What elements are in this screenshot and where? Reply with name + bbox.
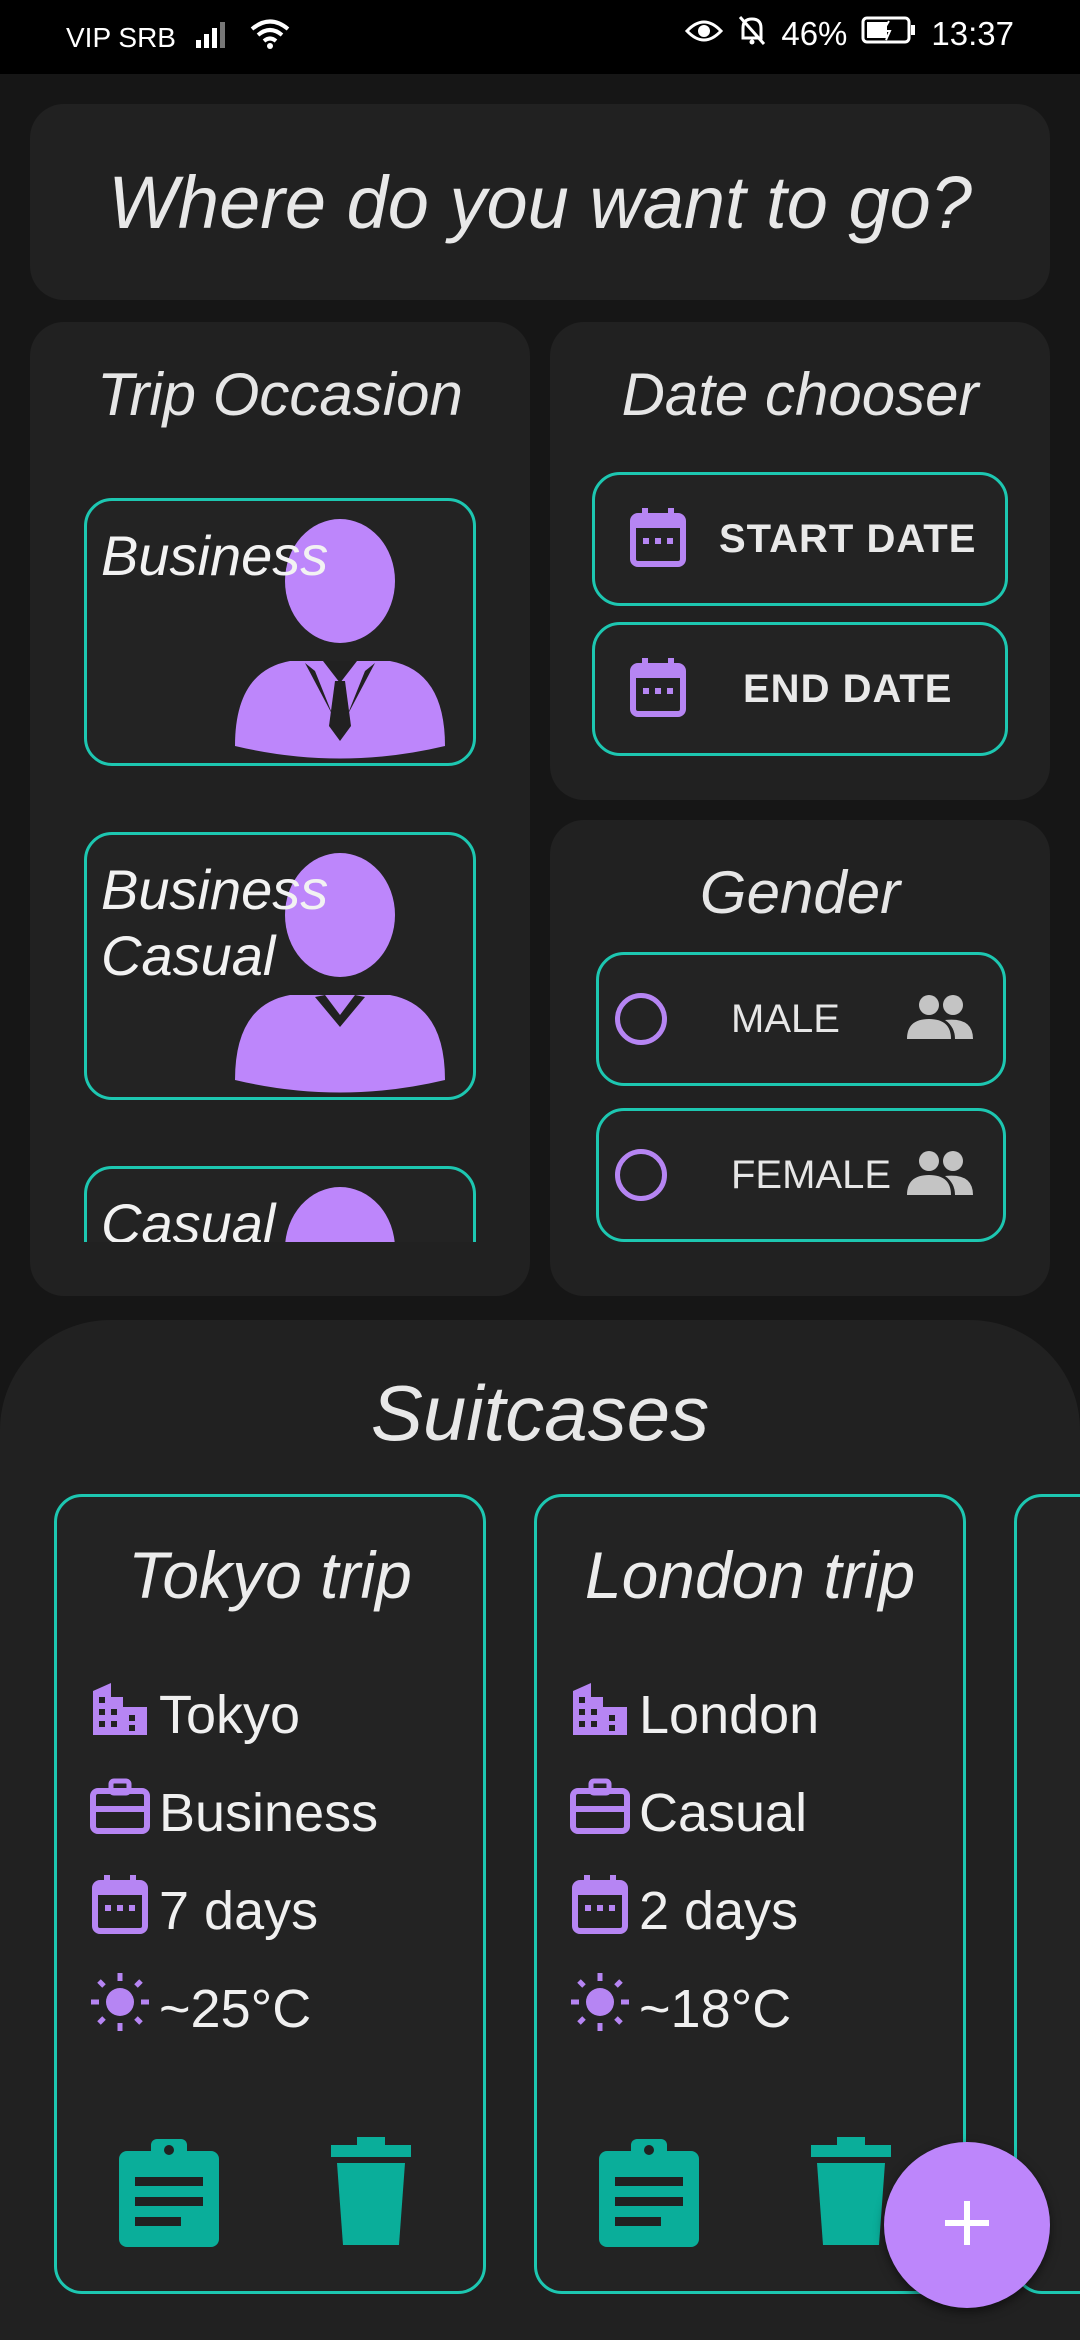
city-text: Tokyo bbox=[159, 1684, 301, 1745]
occasion-label: Business bbox=[101, 524, 329, 587]
occasion-business-casual[interactable]: Business Casual bbox=[84, 832, 476, 1100]
clock: 13:37 bbox=[931, 15, 1014, 52]
calendar-icon bbox=[569, 1873, 631, 1948]
trash-icon[interactable] bbox=[809, 2137, 893, 2254]
male-label: MALE bbox=[731, 996, 840, 1041]
occasion-list[interactable]: Business Business Casual Casual bbox=[30, 322, 530, 1242]
temperature-row: ~25°C bbox=[89, 1971, 311, 2046]
occasion-row: Business bbox=[89, 1775, 378, 1850]
occasion-business[interactable]: Business bbox=[84, 498, 476, 766]
eye-icon bbox=[685, 15, 724, 53]
clipboard-icon[interactable] bbox=[597, 2137, 701, 2254]
suitcase-details: Tokyo Business 7 days ~25°C bbox=[89, 1677, 469, 2097]
female-label: FEMALE bbox=[731, 1152, 892, 1197]
calendar-icon bbox=[629, 656, 687, 723]
status-left: VIP SRB bbox=[66, 18, 290, 57]
gender-female-option[interactable]: FEMALE bbox=[596, 1108, 1006, 1242]
trip-occasion-card: Trip Occasion Business Business Casual C… bbox=[30, 322, 530, 1296]
suitcase-details: London Casual 2 days ~18°C bbox=[569, 1677, 949, 2097]
end-date-label: END DATE bbox=[743, 666, 953, 711]
duration-text: 2 days bbox=[639, 1880, 799, 1941]
suitcases-title: Suitcases bbox=[370, 1369, 710, 1457]
date-chooser-title: Date chooser bbox=[621, 361, 979, 428]
occasion-row: Casual bbox=[569, 1775, 807, 1850]
occasion-text: Business bbox=[159, 1782, 379, 1843]
status-right: 46% 13:37 bbox=[685, 14, 1014, 54]
status-bar: VIP SRB 46% 13:37 bbox=[0, 0, 1080, 74]
sun-icon bbox=[569, 1971, 631, 2046]
male-radio[interactable] bbox=[615, 993, 667, 1045]
occasion-label: Casual bbox=[101, 1192, 276, 1242]
end-date-button[interactable]: END DATE bbox=[592, 622, 1008, 756]
duration-text: 7 days bbox=[159, 1880, 319, 1941]
start-date-label: START DATE bbox=[719, 516, 977, 561]
gender-card: Gender MALE FEMALE bbox=[550, 820, 1050, 1296]
city-text: London bbox=[639, 1684, 820, 1745]
plus-icon bbox=[943, 2199, 991, 2252]
people-icon bbox=[905, 993, 975, 1046]
add-suitcase-button[interactable] bbox=[884, 2142, 1050, 2308]
date-chooser-card: Date chooser START DATE END DATE bbox=[550, 322, 1050, 800]
occasion-text: Casual bbox=[639, 1782, 808, 1843]
duration-row: 7 days bbox=[89, 1873, 318, 1948]
city-row: Tokyo bbox=[89, 1677, 300, 1752]
clipboard-icon[interactable] bbox=[117, 2137, 221, 2254]
briefcase-icon bbox=[569, 1775, 631, 1850]
calendar-icon bbox=[89, 1873, 151, 1948]
suitcase-card[interactable]: Tokyo trip Tokyo Business 7 days ~25°C bbox=[54, 1494, 486, 2294]
trash-icon[interactable] bbox=[329, 2137, 413, 2254]
destination-prompt[interactable]: Where do you want to go? bbox=[30, 104, 1050, 300]
female-radio[interactable] bbox=[615, 1149, 667, 1201]
destination-card[interactable]: Where do you want to go? bbox=[30, 104, 1050, 300]
carrier-label: VIP SRB bbox=[66, 21, 176, 53]
battery-icon bbox=[861, 15, 917, 53]
bell-off-icon bbox=[737, 14, 767, 54]
battery-percent: 46% bbox=[781, 15, 848, 52]
building-icon bbox=[569, 1677, 631, 1752]
wifi-icon bbox=[250, 18, 290, 57]
gender-title: Gender bbox=[699, 859, 901, 926]
signal-icon bbox=[195, 20, 230, 55]
temperature-text: ~18°C bbox=[639, 1978, 792, 2039]
occasion-casual[interactable]: Casual bbox=[84, 1166, 476, 1242]
sun-icon bbox=[89, 1971, 151, 2046]
gender-male-option[interactable]: MALE bbox=[596, 952, 1006, 1086]
temperature-row: ~18°C bbox=[569, 1971, 791, 2046]
people-icon bbox=[905, 1149, 975, 1202]
suitcase-title: Tokyo trip bbox=[128, 1538, 412, 1612]
duration-row: 2 days bbox=[569, 1873, 798, 1948]
suitcase-title: London trip bbox=[584, 1538, 916, 1612]
occasion-label: Business Casual bbox=[101, 858, 329, 987]
city-row: London bbox=[569, 1677, 819, 1752]
calendar-icon bbox=[629, 506, 687, 573]
start-date-button[interactable]: START DATE bbox=[592, 472, 1008, 606]
temperature-text: ~25°C bbox=[159, 1978, 312, 2039]
briefcase-icon bbox=[89, 1775, 151, 1850]
building-icon bbox=[89, 1677, 151, 1752]
